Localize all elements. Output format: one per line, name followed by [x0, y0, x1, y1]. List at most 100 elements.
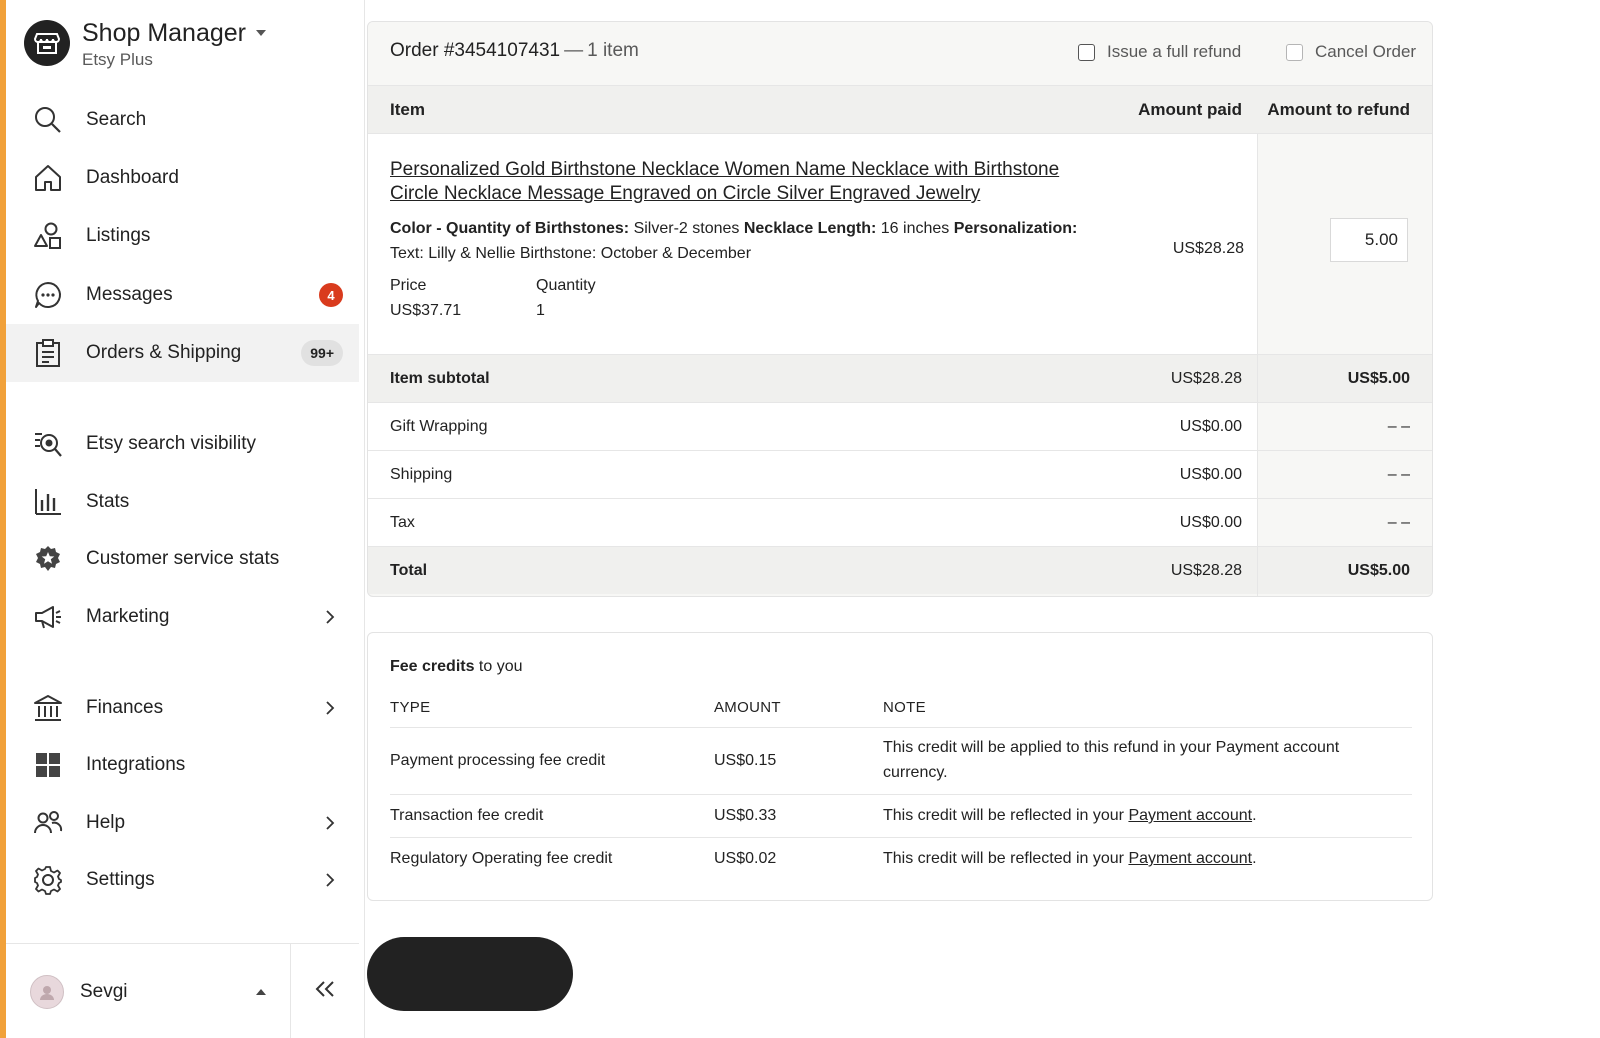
quantity-label: Quantity — [536, 277, 596, 294]
fee-amount: US$0.15 — [714, 752, 777, 769]
collapse-sidebar-button[interactable] — [291, 944, 359, 1038]
column-header-amount-paid: Amount paid — [1138, 100, 1242, 119]
sidebar-item-search[interactable]: Search — [6, 91, 359, 149]
summary-refund: – – — [1387, 465, 1410, 483]
summary-paid: US$0.00 — [1179, 465, 1242, 483]
chevron-right-icon — [323, 701, 337, 715]
sidebar-item-marketing[interactable]: Marketing — [6, 588, 359, 646]
megaphone-icon — [32, 601, 64, 633]
fee-amount: US$0.02 — [714, 850, 777, 867]
sidebar-item-label: Customer service stats — [86, 548, 280, 569]
summary-paid: US$0.00 — [1179, 417, 1242, 435]
user-menu[interactable]: Sevgi — [6, 944, 290, 1038]
summary-label: Total — [390, 561, 428, 579]
summary-label: Shipping — [390, 465, 453, 483]
sidebar-item-finances[interactable]: Finances — [6, 679, 359, 737]
double-chevron-left-icon — [314, 980, 336, 1003]
sidebar-item-orders-shipping[interactable]: Orders & Shipping 99+ — [6, 324, 359, 382]
sidebar-item-label: Integrations — [86, 754, 186, 775]
checkbox-box[interactable] — [1078, 43, 1095, 61]
cancel-order-label: Cancel Order — [1315, 42, 1417, 61]
fee-credits-panel: Fee credits to you TYPE AMOUNT NOTE Paym… — [367, 632, 1433, 901]
fee-column-note: NOTE — [883, 699, 926, 716]
people-icon — [32, 807, 64, 839]
sidebar-item-label: Settings — [86, 869, 155, 890]
summary-paid: US$28.28 — [1170, 561, 1242, 579]
sidebar-item-dashboard[interactable]: Dashboard — [6, 149, 359, 207]
sidebar-item-label: Search — [86, 109, 147, 130]
clipboard-icon — [32, 337, 64, 369]
item-title-link[interactable]: Personalized Gold Birthstone Necklace Wo… — [390, 158, 1110, 206]
avatar — [30, 974, 64, 1009]
sidebar-item-label: Marketing — [86, 606, 170, 627]
payment-account-link[interactable]: Payment account — [1128, 850, 1252, 867]
summary-refund: – – — [1387, 417, 1410, 435]
quantity-value: 1 — [536, 302, 545, 319]
sidebar-item-stats[interactable]: Stats — [6, 473, 359, 531]
sidebar-item-label: Messages — [86, 284, 173, 305]
summary-label: Gift Wrapping — [390, 417, 488, 435]
price-value: US$37.71 — [390, 302, 462, 319]
messages-count-badge: 4 — [319, 283, 343, 307]
sidebar-item-label: Stats — [86, 491, 130, 512]
fee-divider — [390, 837, 1412, 838]
fee-type: Regulatory Operating fee credit — [390, 850, 613, 867]
fee-note: This credit will be reflected in your Pa… — [883, 850, 1257, 867]
home-icon — [32, 162, 64, 194]
chat-icon — [32, 279, 64, 311]
column-header-item: Item — [390, 100, 425, 119]
shapes-icon — [32, 220, 64, 252]
issue-full-refund-checkbox[interactable]: Issue a full refund — [1078, 42, 1241, 62]
fee-column-type: TYPE — [390, 699, 431, 716]
fee-type: Transaction fee credit — [390, 807, 544, 824]
summary-refund: US$5.00 — [1347, 561, 1410, 579]
payment-account-link[interactable]: Payment account — [1128, 807, 1252, 824]
shop-header[interactable]: Shop Manager Etsy Plus — [24, 18, 354, 80]
summary-row-item-subtotal: Item subtotal US$28.28 US$5.00 — [368, 354, 1432, 402]
search-icon — [32, 104, 64, 136]
sidebar-item-etsy-search-visibility[interactable]: Etsy search visibility — [6, 415, 359, 473]
summary-refund: US$5.00 — [1347, 369, 1410, 387]
chevron-up-icon — [256, 988, 266, 995]
sidebar-item-customer-service-stats[interactable]: Customer service stats — [6, 530, 359, 588]
sidebar-item-messages[interactable]: Messages 4 — [6, 266, 359, 324]
column-divider — [1257, 134, 1258, 596]
checkbox-box[interactable] — [1286, 43, 1303, 61]
fee-divider — [390, 727, 1412, 728]
summary-row-gift-wrapping: Gift Wrapping US$0.00 – – — [368, 402, 1432, 450]
bar-chart-icon — [32, 486, 64, 518]
shop-subtitle: Etsy Plus — [82, 50, 153, 69]
search-visibility-icon — [32, 428, 64, 460]
order-item-row: Personalized Gold Birthstone Necklace Wo… — [368, 134, 1257, 354]
sidebar-item-help[interactable]: Help — [6, 794, 359, 852]
cancel-order-checkbox[interactable]: Cancel Order — [1286, 42, 1416, 62]
sidebar-item-integrations[interactable]: Integrations — [6, 736, 359, 794]
column-header-amount-to-refund: Amount to refund — [1267, 100, 1410, 119]
summary-row-total: Total US$28.28 US$5.00 — [368, 546, 1432, 594]
sidebar-item-label: Listings — [86, 225, 151, 246]
fee-credits-title: Fee credits to you — [390, 658, 523, 675]
sidebar: Shop Manager Etsy Plus Search Dashboard … — [6, 0, 365, 1038]
order-title: Order #3454107431—1 item — [390, 40, 639, 61]
sidebar-item-listings[interactable]: Listings — [6, 207, 359, 265]
summary-label: Tax — [390, 513, 415, 531]
sidebar-item-label: Finances — [86, 697, 164, 718]
submit-refund-button[interactable] — [367, 937, 573, 1011]
order-refund-panel: Order #3454107431—1 item Issue a full re… — [367, 21, 1433, 597]
sidebar-item-settings[interactable]: Settings — [6, 851, 359, 909]
fee-column-amount: AMOUNT — [714, 699, 781, 716]
shop-title[interactable]: Shop Manager — [82, 18, 267, 48]
summary-label: Item subtotal — [390, 369, 490, 387]
chevron-right-icon — [323, 610, 337, 624]
shop-logo-icon — [24, 20, 70, 66]
sidebar-footer: Sevgi — [6, 943, 359, 1038]
grid-icon — [32, 749, 64, 781]
order-header: Order #3454107431—1 item Issue a full re… — [368, 22, 1432, 86]
chevron-right-icon — [323, 816, 337, 830]
star-badge-icon — [32, 543, 64, 575]
summary-row-shipping: Shipping US$0.00 – – — [368, 450, 1432, 498]
orders-count-badge: 99+ — [301, 340, 343, 366]
fee-note: This credit will be reflected in your Pa… — [883, 807, 1257, 824]
issue-full-refund-label: Issue a full refund — [1107, 42, 1242, 61]
refund-amount-input[interactable] — [1330, 218, 1408, 262]
